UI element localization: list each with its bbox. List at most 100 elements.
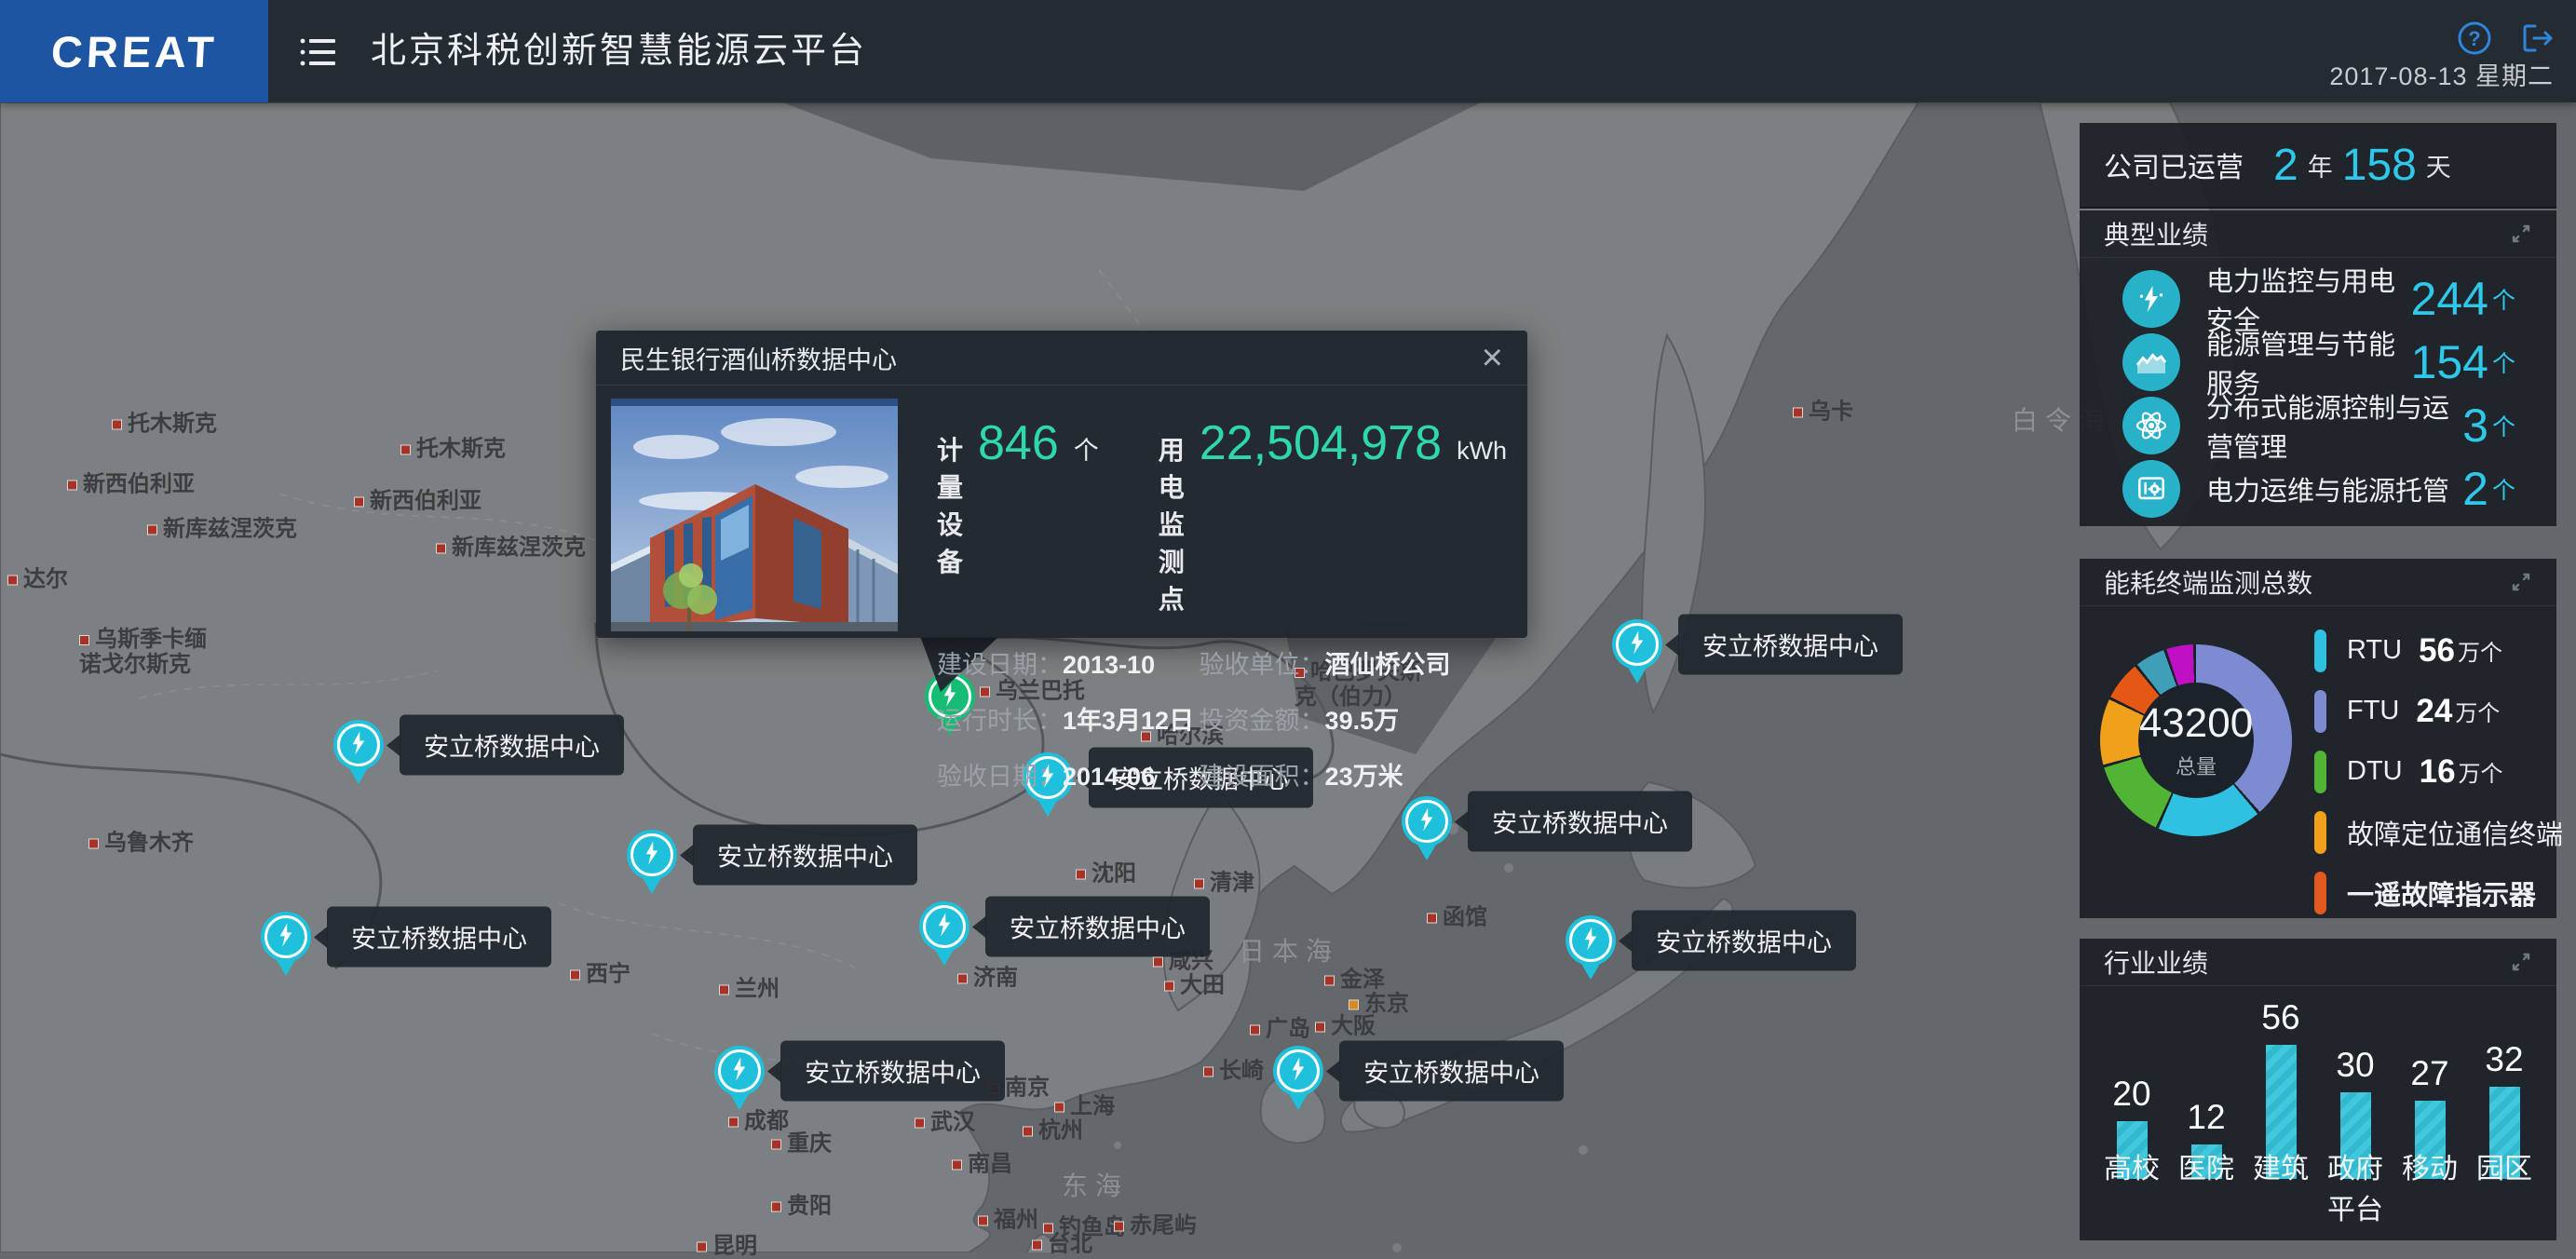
map-pin-label[interactable]: 安立桥数据中心: [327, 907, 551, 968]
popup-field: 建设日期：2013-10: [937, 644, 1200, 681]
field-sep: ：: [1037, 763, 1063, 791]
legend-unit: 万个: [2458, 634, 2502, 667]
legend-color-pill: [2314, 690, 2326, 733]
ops-panel-gear-icon: [2122, 460, 2180, 518]
bolt-icon: [272, 921, 300, 954]
map-city-label: 济南: [957, 966, 1018, 991]
map-city-label: 乌斯季卡缅 诺戈尔斯克: [79, 627, 207, 677]
expand-icon[interactable]: [2510, 571, 2532, 593]
city-dot-icon: [354, 497, 364, 508]
current-date: 2017-08-13 星期二: [2329, 56, 2554, 92]
typical-performance-item[interactable]: 分布式能源控制与运营管理3个: [2080, 394, 2556, 457]
popup-stat-monitoring: 用电监测点 22,504,978 kWh: [1159, 415, 1507, 616]
map-pin[interactable]: [1273, 1046, 1323, 1096]
popup-title: 民生银行酒仙桥数据中心: [620, 340, 1482, 376]
map-pin[interactable]: [627, 830, 677, 880]
city-dot-icon: [728, 1117, 739, 1128]
field-label: 建设日期: [937, 651, 1037, 679]
item-count: 244: [2411, 272, 2488, 326]
item-count: 154: [2411, 335, 2488, 389]
map-pin-label[interactable]: 安立桥数据中心: [985, 897, 1210, 957]
map-city-label: 新西伯利亚: [67, 472, 195, 497]
popup-field: 验收单位：酒仙桥公司: [1200, 644, 1508, 681]
map-pin-label[interactable]: 安立桥数据中心: [1339, 1041, 1564, 1102]
menu-list-icon[interactable]: [300, 37, 337, 67]
bolt-icon: [1413, 805, 1441, 838]
legend-name: 一遥故障指示器: [2347, 873, 2536, 913]
map-city-label: 上海: [1054, 1094, 1115, 1119]
help-circle-icon[interactable]: ?: [2457, 20, 2492, 61]
map-pin[interactable]: [919, 901, 969, 952]
map-city-label: 福州: [978, 1208, 1038, 1233]
field-sep: ：: [1037, 651, 1063, 679]
stat-value: 846: [978, 415, 1059, 471]
map-pin[interactable]: [261, 912, 311, 962]
map-city-label: 赤尾屿: [1114, 1213, 1197, 1239]
map-pin[interactable]: [333, 720, 384, 770]
city-dot-icon: [1023, 1127, 1033, 1137]
map-city-label: 托木斯克: [112, 412, 217, 437]
map-city-label: 新西伯利亚: [354, 489, 481, 514]
panel-title: 行业业绩: [2104, 943, 2510, 981]
legend-value: 24: [2416, 693, 2452, 730]
map-city-label: 成都: [728, 1109, 789, 1134]
bolt-icon: [725, 1055, 753, 1088]
item-count-unit: 个: [2492, 409, 2515, 442]
operating-label: 公司已运营: [2104, 144, 2244, 185]
operating-days: 158: [2342, 140, 2417, 191]
city-dot-icon: [771, 1202, 781, 1212]
popup-field: 运行时长：1年3月12日: [937, 700, 1200, 737]
bar-category-label: 建筑: [2244, 1145, 2318, 1227]
expand-icon[interactable]: [2510, 223, 2532, 245]
map-city-label: 大阪: [1315, 1014, 1376, 1039]
typical-performance-item[interactable]: 电力监控与用电安全244个: [2080, 267, 2556, 331]
panel-terminal-monitoring: 能耗终端监测总数 43200 总量 RTU56万个FTU24万个DTU16万个故…: [2080, 559, 2556, 918]
legend-name: FTU: [2347, 696, 2399, 726]
bolt-icon: [345, 729, 373, 762]
map-pin[interactable]: [1402, 796, 1452, 846]
map-pin-label[interactable]: 安立桥数据中心: [1632, 911, 1856, 971]
legend-item: FTU 24万个: [2314, 681, 2543, 741]
map-pin-label[interactable]: 安立桥数据中心: [780, 1041, 1005, 1102]
stat-value: 22,504,978: [1200, 415, 1442, 471]
map-pin-label[interactable]: 安立桥数据中心: [1678, 615, 1903, 675]
legend-item: RTU56万个: [2314, 620, 2543, 681]
legend-unit: 万个: [2455, 695, 2500, 727]
popup-field: 建设面积：23万米: [1200, 756, 1508, 792]
field-sep: ：: [1037, 707, 1063, 735]
map-city-label: 重庆: [771, 1131, 832, 1157]
legend-unit: 万个: [2459, 755, 2503, 788]
map-city-label: 武汉: [915, 1110, 975, 1135]
city-dot-icon: [570, 970, 580, 981]
popup-field: 投资金额：39.5万: [1200, 700, 1508, 737]
bolt-icon: [2122, 270, 2180, 328]
expand-icon[interactable]: [2510, 951, 2532, 973]
legend-color-pill: [2314, 751, 2326, 793]
typical-performance-item[interactable]: 电力运维与能源托管2个: [2080, 457, 2556, 521]
typical-performance-item[interactable]: 能源管理与节能服务154个: [2080, 331, 2556, 394]
close-icon[interactable]: ×: [1482, 342, 1503, 373]
city-dot-icon: [79, 635, 89, 645]
map-city-label: 乌鲁木齐: [88, 831, 194, 856]
bolt-icon: [930, 911, 958, 943]
field-value: 1年3月12日: [1063, 707, 1194, 735]
city-dot-icon: [915, 1118, 925, 1129]
map-city-label: 金泽: [1324, 968, 1385, 993]
city-dot-icon: [771, 1140, 781, 1150]
map-pin[interactable]: [1612, 619, 1662, 670]
item-count-unit: 个: [2492, 472, 2515, 506]
map-pin-label[interactable]: 安立桥数据中心: [693, 825, 917, 886]
city-dot-icon: [1194, 879, 1204, 889]
bolt-icon: [1284, 1055, 1312, 1088]
map-pin-label[interactable]: 安立桥数据中心: [400, 715, 624, 776]
map-city-label: 广岛: [1250, 1017, 1310, 1042]
map-pin[interactable]: [714, 1046, 765, 1096]
item-count: 3: [2462, 399, 2488, 453]
map-pin-label[interactable]: 安立桥数据中心: [1468, 792, 1692, 852]
map-city-label: 新库兹涅茨克: [147, 517, 297, 542]
bar-value-label: 30: [2336, 1046, 2374, 1085]
field-value: 酒仙桥公司: [1325, 651, 1451, 679]
logout-icon[interactable]: [2520, 20, 2556, 61]
map-pin[interactable]: [1566, 915, 1616, 966]
city-dot-icon: [957, 974, 968, 984]
